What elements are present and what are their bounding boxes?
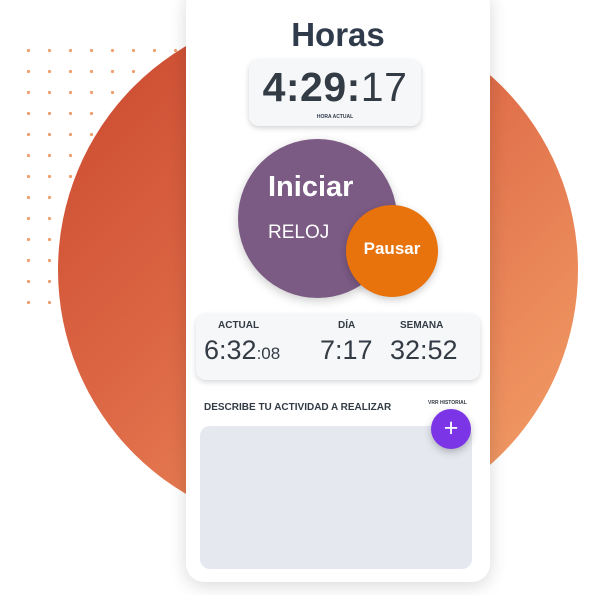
summary-dia-value: 7:17 xyxy=(320,335,373,365)
current-time-hours-minutes: 4:29: xyxy=(262,64,361,110)
current-time-display: 4:29:17 xyxy=(249,64,421,111)
summary-semana-label: SEMANA xyxy=(400,320,444,331)
current-time-seconds: 17 xyxy=(360,64,408,110)
summary-actual-label: ACTUAL xyxy=(218,320,260,331)
summary-dia: DÍA 7:17 xyxy=(320,320,373,366)
summary-dia-label: DÍA xyxy=(338,320,356,331)
time-summary-card: ACTUAL 6:32:08 DÍA 7:17 SEMANA 32:52 xyxy=(196,314,480,380)
start-button-sublabel: RELOJ xyxy=(268,222,330,243)
summary-actual-value-seconds: :08 xyxy=(256,344,281,363)
summary-actual: ACTUAL 6:32:08 xyxy=(204,320,280,366)
start-button-label: Iniciar xyxy=(268,171,354,203)
plus-icon: + xyxy=(443,414,459,442)
phone-screen: Horas 4:29:17 HORA ACTUAL Iniciar RELOJ … xyxy=(186,0,490,582)
page-title: Horas xyxy=(291,16,385,53)
activity-description-label: DESCRIBE TU ACTIVIDAD A REALIZAR xyxy=(204,402,392,413)
summary-semana-value: 32:52 xyxy=(390,335,458,365)
summary-actual-value: 6:32:08 xyxy=(204,335,280,366)
pause-button[interactable]: Pausar xyxy=(346,205,438,297)
summary-actual-value-main: 6:32 xyxy=(204,335,257,365)
pause-button-label: Pausar xyxy=(363,239,421,258)
current-time-label: HORA ACTUAL xyxy=(316,114,354,120)
summary-semana: SEMANA 32:52 xyxy=(390,320,458,366)
current-time-card: 4:29:17 HORA ACTUAL xyxy=(249,60,421,126)
add-activity-button[interactable]: + xyxy=(431,409,471,449)
activity-description-input[interactable] xyxy=(200,426,472,569)
view-history-link[interactable]: VRR HISTORIAL xyxy=(428,400,467,406)
